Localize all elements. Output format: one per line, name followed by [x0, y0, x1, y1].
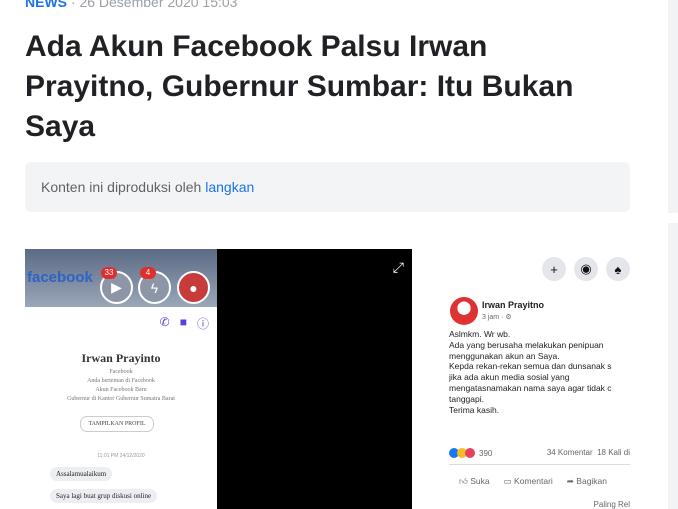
facebook-wordmark: facebook [27, 269, 93, 286]
divider [449, 464, 630, 465]
article-meta: NEWS · 26 Desember 2020 15:03 [25, 0, 237, 10]
comment-count: 34 Komentar [546, 448, 593, 457]
chat-message: Saya lagi buat grup diskusi online [50, 489, 158, 503]
credit-prefix: Konten ini diproduksi oleh [41, 179, 206, 195]
avatar-bubble-icon: ● [177, 271, 210, 304]
phone-screenshot: facebook ▶ 33 ϟ 4 ● ✆ ■ ⓘ Irwan Prayinto… [25, 249, 217, 509]
facebook-post: + ◉ ♠ Irwan Prayitno 3 jam · ⚙ Aslmkm. W… [412, 249, 630, 509]
phone-icon: ✆ [159, 315, 170, 329]
rail-gap [668, 213, 678, 223]
post-actions: 👍︎ Suka ▭ Komentari ➦ Bagikan [459, 476, 607, 487]
avatar [450, 297, 478, 325]
video-panel: ⤢ [217, 249, 412, 509]
reaction-count: 390 [479, 448, 493, 458]
publish-date: · 26 Desember 2020 15:03 [70, 0, 238, 10]
category-link[interactable]: NEWS [25, 0, 67, 10]
post-line: jika ada akun media sosial yang [449, 372, 570, 383]
comment-label: Komentari [514, 476, 553, 486]
expand-icon: ⤢ [392, 259, 404, 275]
post-line: Kepda rekan-rekan semua dan dunsanak s [449, 361, 612, 372]
post-line: tanggapi. [449, 393, 484, 404]
bell-icon: ♠ [606, 257, 630, 281]
comment-sort: Paling Rel [593, 500, 630, 509]
chat-profile-line: Anda berteman di Facebook [87, 378, 155, 384]
view-profile-button: TAMPILKAN PROFIL [80, 416, 154, 432]
chat-profile-line: Akun Facebook Baru [95, 387, 147, 393]
post-time: 3 jam · ⚙ [482, 314, 512, 321]
chat-message: Assalamualaikum [50, 467, 113, 481]
video-call-icon: ■ [179, 315, 187, 329]
thumbs-up-icon: 👍︎ [459, 476, 468, 486]
comment-action: ▭ Komentari [504, 476, 553, 487]
badge-left: 33 [101, 267, 117, 279]
share-label: Bagikan [576, 476, 608, 486]
like-label: Suka [470, 476, 490, 486]
post-line: menggunakan akun an Saya. [449, 350, 560, 361]
share-action: ➦ Bagikan [567, 476, 607, 487]
post-author: Irwan Prayitno [482, 300, 545, 310]
chat-profile-line: Gubernur di Kantor Gubernur Sumatra Bara… [67, 396, 175, 402]
content-credit-box: Konten ini diproduksi oleh langkan [25, 162, 630, 212]
article-image: facebook ▶ 33 ϟ 4 ● ✆ ■ ⓘ Irwan Prayinto… [25, 249, 630, 509]
plus-icon: + [542, 257, 566, 281]
info-icon: ⓘ [196, 317, 209, 331]
post-line: Ada yang berusaha melakukan penipuan [449, 339, 604, 350]
chat-timestamp: 11:01 PM 24/12/2020 [97, 453, 145, 459]
share-icon: ➦ [566, 476, 574, 486]
engagement-counts: 34 Komentar 18 Kali di [547, 448, 630, 457]
like-action: 👍︎ Suka [459, 476, 490, 487]
share-count: 18 Kali di [597, 448, 630, 457]
post-line: mengatasnamakan nama saya agar tidak c [449, 382, 612, 393]
article-title: Ada Akun Facebook Palsu Irwan Prayitno, … [25, 30, 574, 143]
love-reaction-icon [465, 448, 475, 458]
badge-right: 4 [140, 267, 156, 279]
credit-source-link[interactable]: langkan [205, 179, 254, 195]
messenger-icon: ◉ [574, 257, 598, 281]
chat-profile-line: Facebook [109, 369, 133, 375]
right-rail [668, 0, 678, 509]
post-body: Aslmkm. Wr wb. Ada yang berusaha melakuk… [449, 329, 630, 415]
post-line: Aslmkm. Wr wb. [449, 329, 511, 339]
chat-profile-name: Irwan Prayinto [81, 351, 161, 365]
comment-icon: ▭ [503, 476, 512, 486]
post-line: Terima kasih. [449, 404, 500, 415]
post-top-buttons: + ◉ ♠ [542, 257, 630, 281]
chat-card: ✆ ■ ⓘ Irwan Prayinto Facebook Anda berte… [25, 307, 217, 509]
chat-toolbar: ✆ ■ ⓘ [160, 315, 209, 332]
reactions: 390 [449, 448, 492, 458]
